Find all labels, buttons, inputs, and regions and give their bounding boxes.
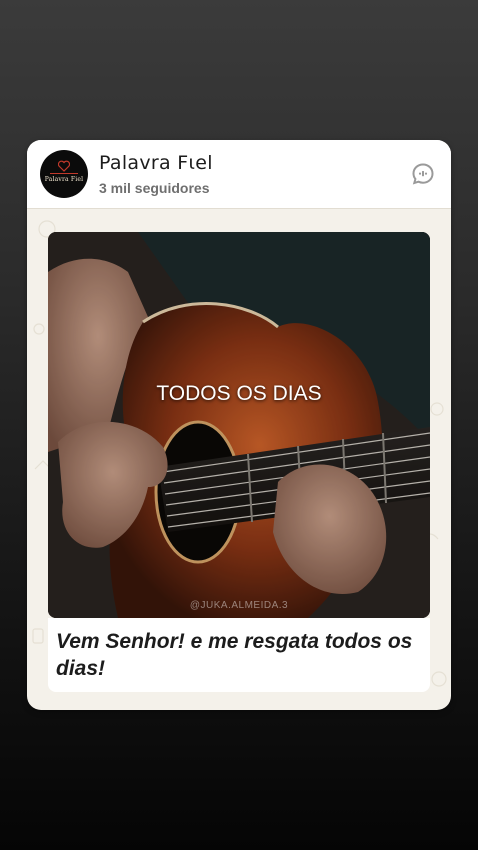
- avatar-logo-text: Palavra Fiel: [44, 176, 84, 183]
- post-header: Palavra Fiel Palavra Fιel 3 mil seguidor…: [27, 140, 451, 209]
- video-watermark: @JUKA.ALMEIDA.3: [189, 600, 289, 611]
- video-overlay-text: TODOS OS DIAS: [156, 382, 322, 405]
- channel-avatar[interactable]: Palavra Fiel: [40, 150, 88, 198]
- followers-count: 3 mil seguidores: [99, 180, 210, 196]
- chat-bubble-icon[interactable]: [411, 162, 435, 186]
- post-caption: Vem Senhor! e me resgata todos os dias!: [56, 630, 413, 680]
- post-card: Palavra Fiel Palavra Fιel 3 mil seguidor…: [27, 140, 451, 710]
- post-video[interactable]: TODOS OS DIAS @JUKA.ALMEIDA.3: [48, 232, 430, 618]
- caption-box: Vem Senhor! e me resgata todos os dias!: [48, 618, 430, 692]
- guitar-video-frame: [48, 232, 430, 618]
- logo-divider: [50, 173, 78, 174]
- heart-logo-icon: [58, 160, 70, 172]
- channel-name[interactable]: Palavra Fιel: [99, 152, 213, 174]
